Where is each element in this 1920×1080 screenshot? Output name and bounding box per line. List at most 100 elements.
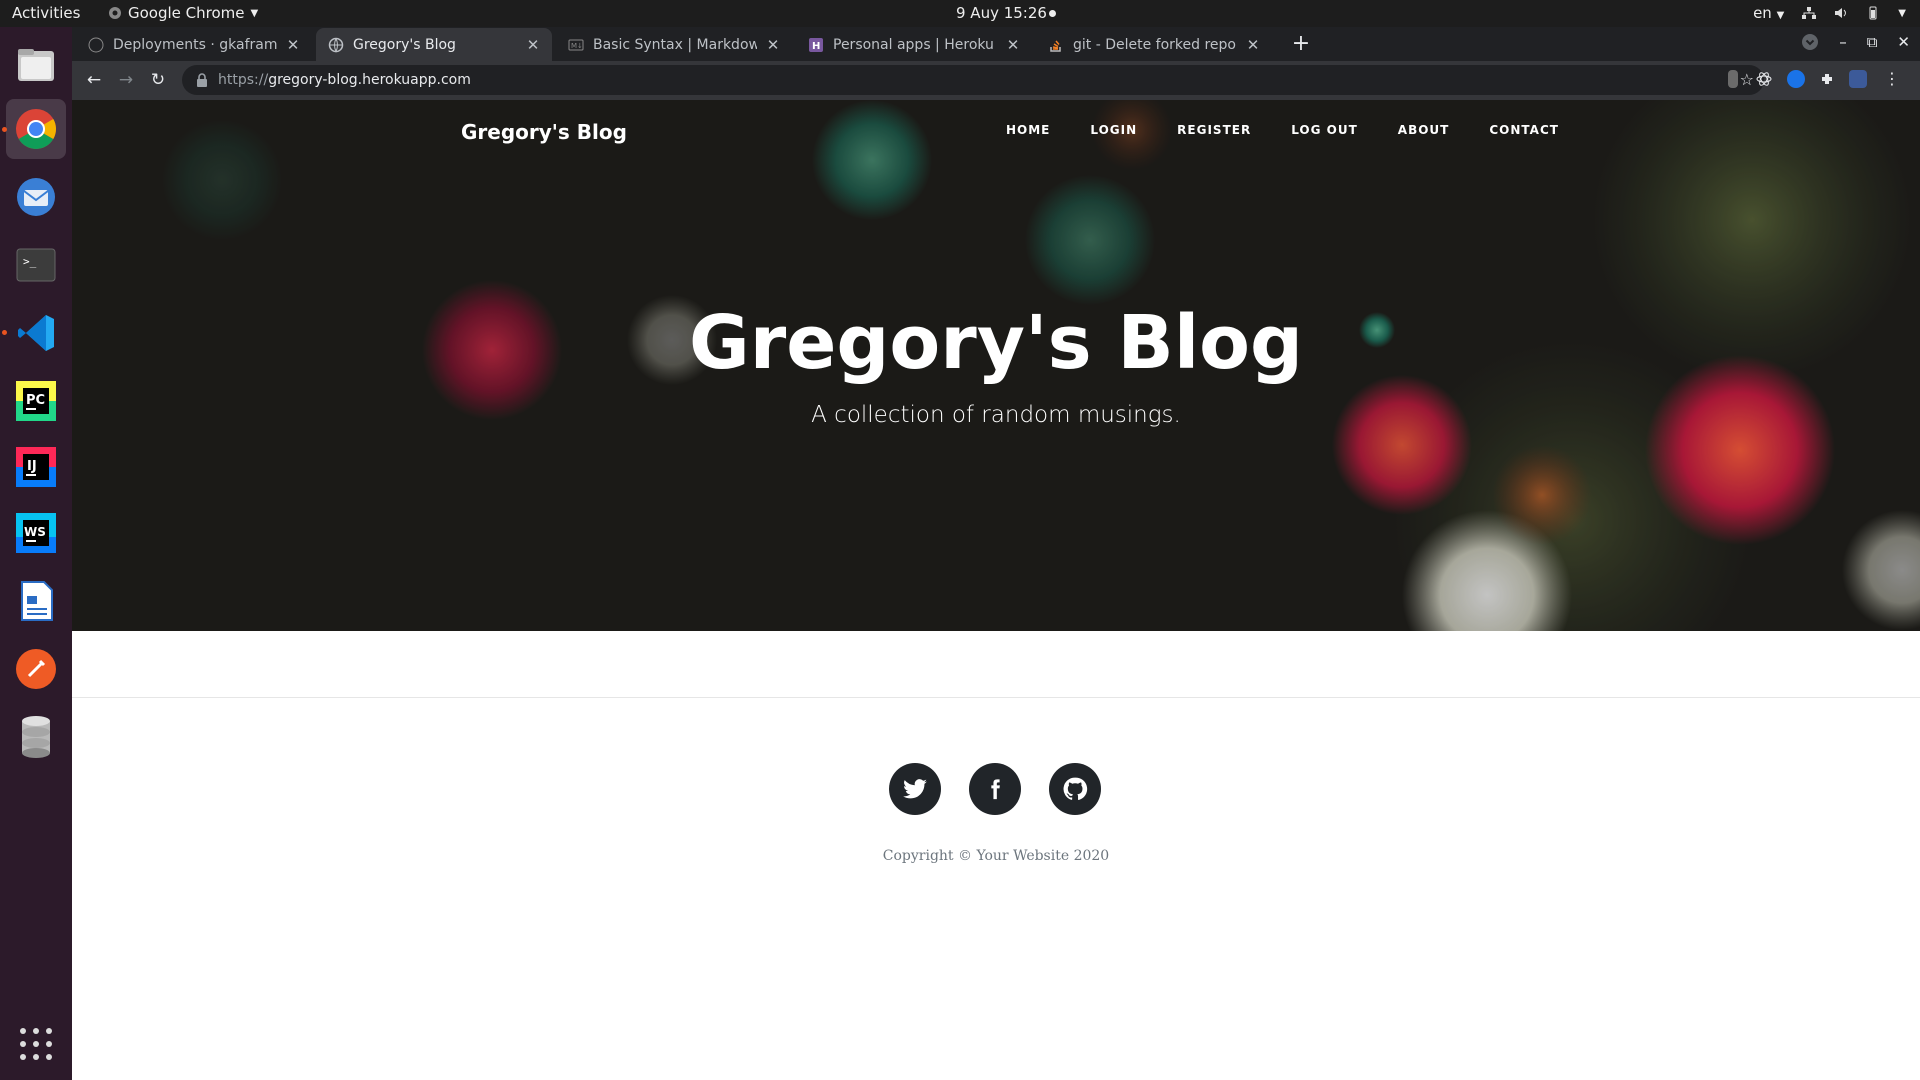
reload-button[interactable]: ↻ [146, 68, 170, 92]
tab-heroku[interactable]: H Personal apps | Heroku ✕ [796, 28, 1032, 61]
svg-text:>_: >_ [23, 255, 37, 268]
tab-markdown[interactable]: M↓ Basic Syntax | Markdown ✕ [556, 28, 792, 61]
ubuntu-dock: >_ PC IJ WS [0, 27, 72, 1080]
system-tray[interactable]: en ▼ ▼ [1753, 4, 1906, 22]
clock[interactable]: 9 Auy 15:26 [956, 4, 1047, 22]
writer-icon [21, 581, 53, 621]
url-host: gregory-blog.herokuapp.com [268, 72, 471, 88]
minimize-icon[interactable]: – [1839, 33, 1847, 51]
content-divider [72, 697, 1920, 698]
browser-window: Deployments · gkaframan ✕ Gregory's Blog… [72, 27, 1920, 100]
maximize-icon[interactable]: ⧉ [1867, 33, 1878, 51]
thunderbird-icon [17, 178, 55, 216]
dock-intellij[interactable]: IJ [6, 437, 66, 497]
profile-avatar[interactable] [1849, 70, 1867, 88]
chrome-icon [16, 109, 56, 149]
app-menu-label: Google Chrome [128, 4, 245, 22]
url-scheme: https:// [218, 72, 269, 88]
back-button[interactable]: ← [82, 68, 106, 92]
vscode-icon [18, 315, 54, 351]
dock-webstorm[interactable]: WS [6, 503, 66, 563]
bookmark-star-icon[interactable]: ☆ [1740, 70, 1754, 89]
language-label: en [1753, 4, 1772, 22]
postman-icon [16, 649, 56, 689]
dock-pycharm[interactable]: PC [6, 371, 66, 431]
heroku-favicon-icon: H [809, 37, 823, 52]
twitter-icon [903, 779, 927, 799]
facebook-icon [991, 779, 1000, 800]
tab-title: Personal apps | Heroku [833, 36, 994, 53]
tab-strip: Deployments · gkaframan ✕ Gregory's Blog… [72, 27, 1920, 61]
chrome-small-icon [109, 7, 121, 19]
hero-subtitle: A collection of random musings. [811, 402, 1181, 428]
pycharm-icon: PC [16, 381, 56, 421]
app-menu[interactable]: Google Chrome ▼ [108, 4, 258, 22]
site-brand-link[interactable]: Gregory's Blog [461, 120, 627, 144]
hero-title: Gregory's Blog [688, 300, 1303, 386]
tab-search-icon[interactable] [1801, 33, 1819, 51]
dock-files[interactable] [6, 35, 66, 95]
react-devtools-icon[interactable] [1755, 70, 1773, 88]
close-tab-icon[interactable]: ✕ [286, 36, 300, 54]
address-bar[interactable]: https://gregory-blog.herokuapp.com ☆ [182, 65, 1764, 95]
facebook-link[interactable] [969, 763, 1021, 815]
chevron-down-icon: ▼ [250, 7, 259, 19]
svg-text:M↓: M↓ [571, 42, 583, 50]
tab-git-question[interactable]: git - Delete forked repo fr ✕ [1036, 28, 1272, 61]
browser-toolbar: ← → ↻ https://gregory-blog.herokuapp.com… [72, 61, 1920, 100]
dock-database[interactable] [6, 707, 66, 767]
svg-text:PC: PC [26, 393, 45, 408]
activities-button[interactable]: Activities [12, 4, 80, 22]
shield-extension-icon[interactable] [1787, 70, 1805, 88]
tab-title: Deployments · gkaframan [113, 36, 277, 53]
stackoverflow-favicon-icon [1050, 40, 1061, 52]
language-indicator[interactable]: en ▼ [1753, 4, 1784, 22]
tab-deployments[interactable]: Deployments · gkaframan ✕ [76, 28, 312, 61]
tab-gregorys-blog[interactable]: Gregory's Blog ✕ [316, 28, 552, 61]
show-applications-button[interactable] [20, 1028, 52, 1060]
database-icon [22, 716, 50, 758]
dock-thunderbird[interactable] [6, 167, 66, 227]
nav-log-out[interactable]: LOG OUT [1291, 123, 1358, 137]
puzzle-extensions-icon[interactable] [1819, 70, 1837, 88]
site-nav: HOME LOGIN REGISTER LOG OUT ABOUT CONTAC… [1006, 123, 1559, 137]
extension-icon[interactable] [1728, 70, 1738, 88]
notification-dot [1049, 10, 1056, 17]
new-tab-button[interactable]: + [1288, 31, 1314, 57]
twitter-link[interactable] [889, 763, 941, 815]
dock-writer[interactable] [6, 571, 66, 631]
copyright-text: Copyright © Your Website 2020 [882, 848, 1110, 864]
nav-home[interactable]: HOME [1006, 123, 1050, 137]
nav-login[interactable]: LOGIN [1090, 123, 1137, 137]
close-tab-icon[interactable]: ✕ [766, 36, 780, 54]
github-favicon-icon [88, 37, 104, 52]
more-menu-icon[interactable]: ⋮ [1884, 69, 1900, 88]
globe-favicon-icon [328, 37, 344, 53]
tab-title: Basic Syntax | Markdown [593, 36, 757, 53]
chevron-down-icon: ▼ [1776, 10, 1785, 21]
close-tab-icon[interactable]: ✕ [1246, 36, 1260, 54]
volume-icon [1835, 8, 1847, 18]
nav-about[interactable]: ABOUT [1398, 123, 1450, 137]
hero-header: Gregory's Blog HOME LOGIN REGISTER LOG O… [72, 100, 1920, 631]
dock-terminal[interactable]: >_ [6, 235, 66, 295]
window-controls: – ⧉ ✕ [1801, 33, 1910, 51]
files-icon [18, 49, 54, 81]
github-link[interactable] [1049, 763, 1101, 815]
close-tab-icon[interactable]: ✕ [1006, 36, 1020, 54]
nav-contact[interactable]: CONTACT [1489, 123, 1559, 137]
lock-icon [197, 73, 207, 87]
forward-button[interactable]: → [114, 68, 138, 92]
dock-chrome[interactable] [6, 99, 66, 159]
dock-postman[interactable] [6, 639, 66, 699]
close-tab-icon[interactable]: ✕ [526, 36, 540, 54]
github-icon [1063, 777, 1088, 800]
running-indicator [2, 330, 7, 335]
webstorm-icon: WS [16, 513, 56, 553]
terminal-icon: >_ [16, 248, 56, 282]
network-icon [1802, 7, 1817, 19]
close-window-icon[interactable]: ✕ [1897, 33, 1910, 51]
intellij-icon: IJ [16, 447, 56, 487]
dock-vscode[interactable] [6, 303, 66, 363]
nav-register[interactable]: REGISTER [1177, 123, 1251, 137]
